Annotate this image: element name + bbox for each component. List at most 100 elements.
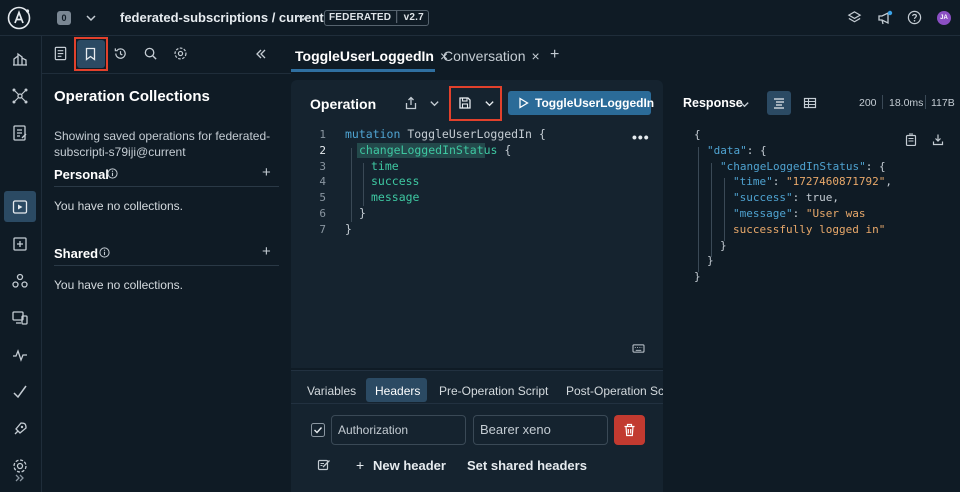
tab-close-icon[interactable]: × [532,48,540,64]
edit-headers-icon[interactable] [317,458,331,472]
graph-variant-selector[interactable]: federated-subscriptions / current [120,10,324,25]
line-number: 6 [319,207,326,220]
explorer-icon[interactable] [11,198,29,216]
personal-title: Personal [54,167,109,182]
divider [925,95,926,109]
panel-description: Showing saved operations for federated-s… [54,129,271,159]
check-icon[interactable] [11,383,29,401]
tab-variables[interactable]: Variables [307,384,356,398]
schema-icon[interactable] [11,124,29,142]
personal-empty-text: You have no collections. [54,199,183,213]
response-token: : true, [792,191,839,205]
code-token: success [371,174,420,189]
response-token: : [792,207,806,220]
left-nav [0,36,42,492]
set-shared-headers-button[interactable]: Set shared headers [467,458,587,473]
graph-icon[interactable] [11,87,29,105]
copy-icon[interactable] [905,133,917,146]
chevron-down-icon[interactable] [297,12,309,24]
avatar[interactable]: JA [937,11,951,25]
launches-icon[interactable] [11,420,29,438]
chevron-down-icon[interactable] [85,12,97,24]
home-icon[interactable] [11,50,29,68]
response-line: } [707,254,714,267]
share-icon[interactable] [404,96,418,110]
code-line: success [371,174,419,188]
response-size: 117B [931,97,955,109]
collapse-icon[interactable] [255,48,267,60]
checkbox[interactable] [311,423,325,437]
response-label[interactable]: Response [683,96,743,110]
line-number: 1 [319,128,326,141]
code-line: } [345,222,352,236]
response-token: "time" [733,175,773,189]
response-line: "data": { [707,144,767,157]
response-token: "success" [733,191,793,205]
indent-guide [698,147,699,272]
checks-icon[interactable] [11,235,29,253]
info-icon[interactable] [107,168,118,179]
documentation-icon[interactable] [53,46,68,61]
org-badge[interactable]: 0 [57,11,71,25]
settings-icon[interactable] [173,46,188,61]
line-number: 5 [319,191,326,205]
panel-title: Operation Collections [54,88,210,105]
response-token: "1727460871792" [786,175,886,189]
keyboard-icon[interactable] [632,343,645,354]
response-token: successfully logged in" [733,222,886,236]
megaphone-icon[interactable] [877,10,893,26]
more-options-icon[interactable]: ••• [632,129,650,145]
response-token: , [885,175,892,189]
indent-guide [724,178,725,241]
code-token: } [345,221,352,236]
code-token: mutation [345,127,408,141]
text-view-icon [774,98,784,109]
header-key-input[interactable]: Authorization [331,415,466,445]
tab-label: Conversation [443,48,526,64]
line-number: 3 [319,159,326,173]
federation-version-badge: FEDERATED │ v2.7 [324,10,429,26]
chevron-down-icon[interactable] [739,99,750,110]
response-token: } [720,238,727,252]
search-icon[interactable] [143,46,158,61]
response-line: "changeLoggedInStatus": { [720,160,886,173]
tab-conversation[interactable]: Conversation × [443,48,540,64]
tab-pre-operation-script[interactable]: Pre-Operation Script [439,384,548,398]
history-icon[interactable] [113,46,128,61]
divider [54,265,279,266]
expand-icon[interactable] [14,472,26,484]
insights-icon[interactable] [11,346,29,364]
code-line: mutation ToggleUserLoggedIn { [345,127,546,141]
tab-label: ToggleUserLoggedIn [295,48,434,64]
tab-toggleuserloggedin[interactable]: ToggleUserLoggedIn × [295,48,448,64]
response-time: 18.0ms [889,97,924,109]
add-tab-button[interactable]: + [550,46,559,64]
status-code: 200 [859,97,877,109]
new-header-button[interactable]: New header [373,458,446,473]
apollo-logo[interactable] [7,6,31,30]
response-line: "message": "User was [733,207,865,220]
clients-icon[interactable] [11,309,29,327]
response-line: } [720,239,727,252]
code-token: ToggleUserLoggedIn { [407,127,546,141]
tab-headers[interactable]: Headers [375,384,420,398]
help-icon[interactable] [907,10,922,25]
table-view-icon[interactable] [803,96,817,110]
schema-stack-icon[interactable] [847,10,862,25]
code-token: { [497,142,512,157]
code-token: } [359,206,366,220]
download-icon[interactable] [932,133,944,146]
add-shared-collection-button[interactable]: + [262,243,271,260]
header-value-input[interactable]: Bearer xeno [473,415,608,445]
response-token: { [694,128,701,141]
tab-post-operation-script[interactable]: Post-Operation Scr [566,384,663,398]
info-icon[interactable] [99,247,110,258]
shared-empty-text: You have no collections. [54,278,183,292]
response-token: "message" [733,207,793,220]
bookmark-highlight-box [74,37,108,71]
federated-label: FEDERATED [329,12,392,23]
federation-icon[interactable] [11,272,29,290]
chevron-down-icon[interactable] [429,98,440,109]
version-label: v2.7 [403,12,424,23]
add-personal-collection-button[interactable]: + [262,164,271,181]
